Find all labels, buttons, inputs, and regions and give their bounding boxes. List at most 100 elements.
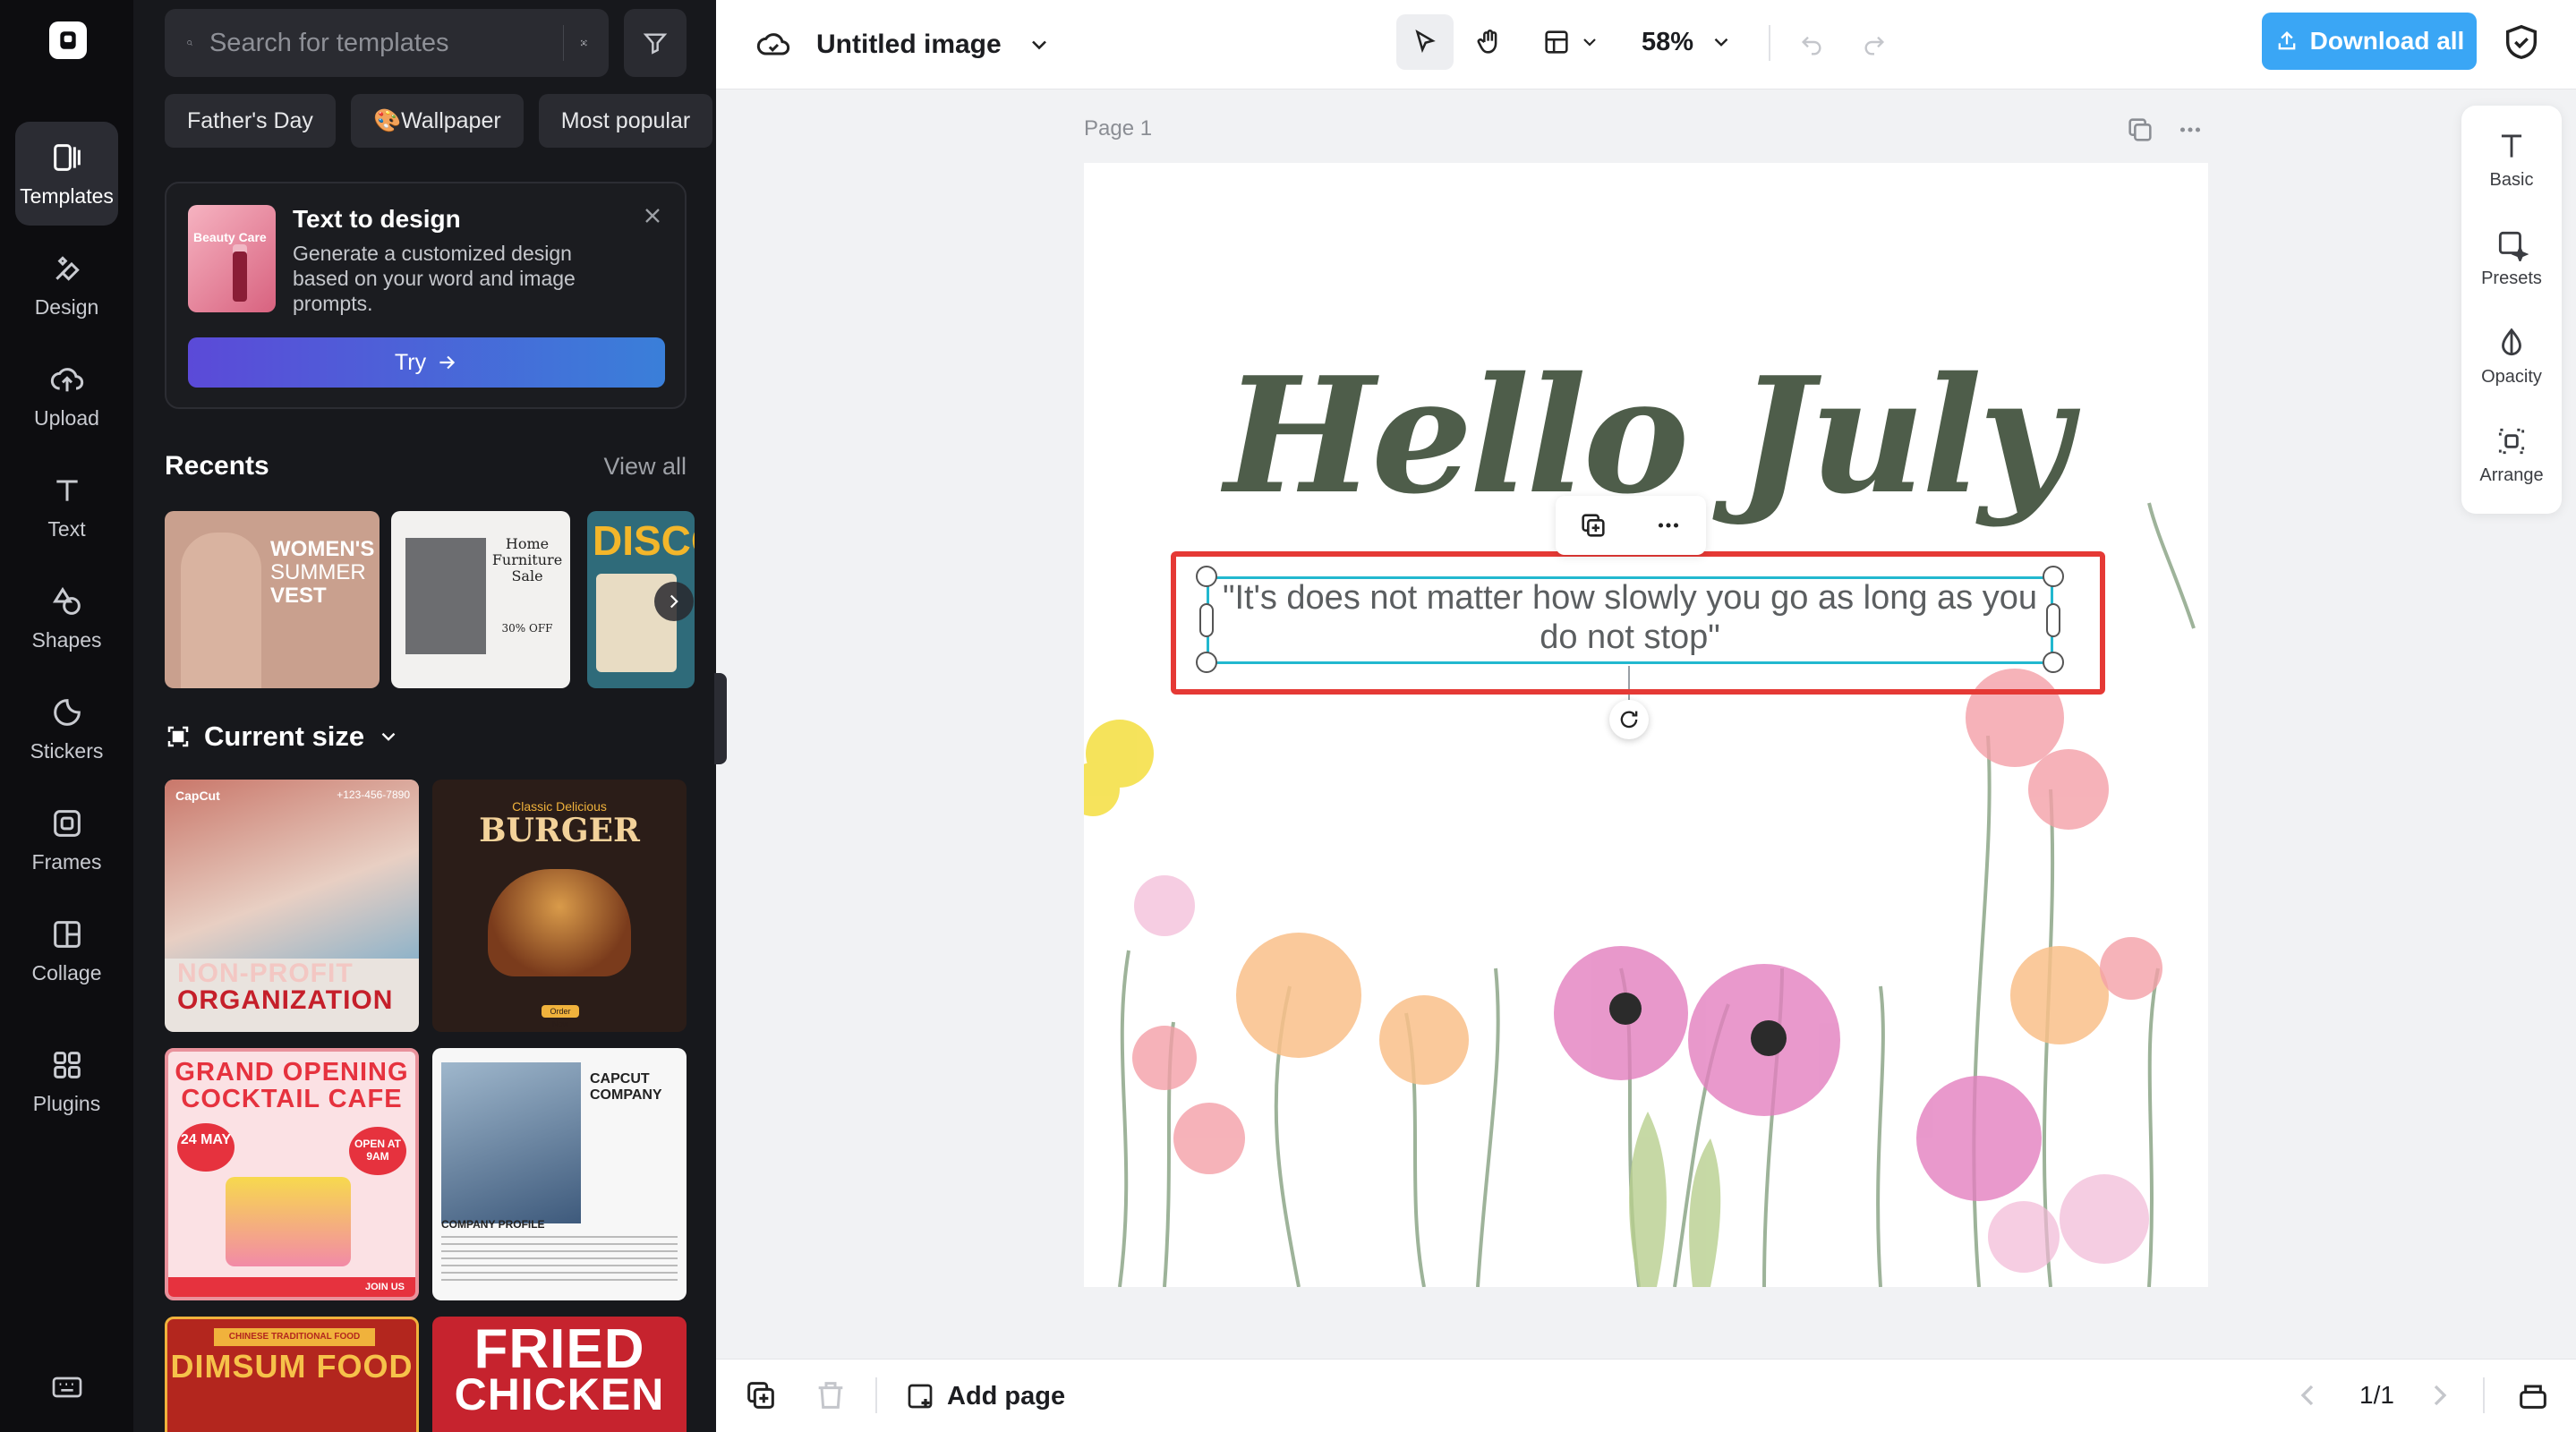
capcut-logo[interactable] xyxy=(49,21,87,59)
text-icon xyxy=(2501,133,2522,158)
more-icon[interactable] xyxy=(1653,510,1684,541)
prop-label: Basic xyxy=(2489,169,2534,190)
cocktail-image xyxy=(226,1177,351,1266)
panel-collapse-handle[interactable] xyxy=(714,673,727,764)
rail-item-upload[interactable]: Upload xyxy=(15,344,118,448)
chip-most-popular[interactable]: Most popular xyxy=(538,94,713,148)
left-nav-rail: Templates Design Upload Text Shapes Stic… xyxy=(0,0,133,1432)
recents-title: Recents xyxy=(165,451,269,481)
recents-next-button[interactable] xyxy=(654,582,694,621)
recent-home-furniture-sale[interactable]: Home Furniture Sale 30% OFF xyxy=(391,511,570,688)
frames-icon xyxy=(53,809,81,837)
recent-2-text: Home Furniture Sale 30% OFF xyxy=(491,535,563,635)
burger-image xyxy=(488,869,631,976)
more-icon[interactable] xyxy=(2175,115,2205,145)
properties-panel: Basic Presets Opacity Arrange xyxy=(2461,106,2562,514)
rail-item-frames[interactable]: Frames xyxy=(15,788,118,891)
chevron-left-icon[interactable] xyxy=(2290,1377,2325,1413)
redo-button[interactable] xyxy=(1849,14,1899,70)
resize-handle-bottom-right[interactable] xyxy=(2043,652,2064,673)
resize-handle-bottom-left[interactable] xyxy=(1196,652,1217,673)
prop-presets[interactable]: Presets xyxy=(2461,213,2562,303)
chevron-right-icon[interactable] xyxy=(2422,1377,2458,1413)
hand-tool[interactable] xyxy=(1461,14,1518,70)
company-title: CAPCUT COMPANY xyxy=(590,1071,662,1103)
document-title[interactable]: Untitled image xyxy=(816,30,1002,60)
stickers-icon xyxy=(53,698,81,726)
keyboard-shortcuts-icon[interactable] xyxy=(49,1369,85,1405)
company-body-lines xyxy=(441,1236,678,1281)
prop-basic[interactable]: Basic xyxy=(2461,115,2562,204)
recent-womens-summer-vest[interactable]: WOMEN'S SUMMER VEST xyxy=(165,511,380,688)
rotate-handle[interactable] xyxy=(1609,700,1649,739)
rail-label: Collage xyxy=(31,960,102,984)
resize-handle-left[interactable] xyxy=(1199,603,1214,637)
rail-item-collage[interactable]: Collage xyxy=(15,899,118,1002)
try-button[interactable]: Try xyxy=(188,337,665,388)
rotate-icon xyxy=(1620,711,1638,729)
bottom-bar: Add page 1/1 xyxy=(716,1359,2576,1432)
layout-tool[interactable] xyxy=(1531,14,1611,70)
rail-item-design[interactable]: Design xyxy=(15,233,118,337)
layout-icon xyxy=(1545,30,1568,54)
hand-icon xyxy=(1477,30,1497,54)
rail-item-stickers[interactable]: Stickers xyxy=(15,677,118,780)
view-all-link[interactable]: View all xyxy=(603,453,687,481)
template-nonprofit[interactable]: CapCut +123-456-7890 NON-PROFIT ORGANIZA… xyxy=(165,780,419,1032)
pages-panel-icon[interactable] xyxy=(2515,1377,2551,1413)
prop-opacity[interactable]: Opacity xyxy=(2461,311,2562,401)
template-fried-chicken[interactable]: FRIED CHICKEN xyxy=(432,1317,687,1432)
prop-label: Presets xyxy=(2481,268,2542,288)
add-page-button[interactable]: Add page xyxy=(904,1374,1065,1419)
template-burger[interactable]: Classic Delicious BURGER Order Now xyxy=(432,780,687,1032)
prop-arrange[interactable]: Arrange xyxy=(2461,410,2562,499)
download-all-button[interactable]: Download all xyxy=(2262,13,2477,70)
current-size-dropdown[interactable]: Current size xyxy=(165,720,400,753)
chevron-down-icon xyxy=(381,732,396,741)
chip-wallpaper[interactable]: 🎨Wallpaper xyxy=(350,94,524,148)
zoom-control[interactable]: 58% xyxy=(1629,14,1745,70)
rail-item-plugins[interactable]: Plugins xyxy=(15,1029,118,1133)
upload-arrow-icon xyxy=(2278,31,2295,50)
recent-1-text: WOMEN'S SUMMER VEST xyxy=(270,537,375,608)
duplicate-icon[interactable] xyxy=(1578,510,1608,541)
trash-icon[interactable] xyxy=(813,1377,849,1413)
presets-icon xyxy=(2498,231,2529,261)
chip-fathers-day[interactable]: Father's Day xyxy=(165,94,336,148)
resize-handle-right[interactable] xyxy=(2046,603,2060,637)
select-tool[interactable] xyxy=(1396,14,1454,70)
furniture-photo xyxy=(405,538,486,654)
duplicate-page-icon[interactable] xyxy=(743,1377,779,1413)
filter-button[interactable] xyxy=(624,9,687,77)
try-label: Try xyxy=(394,349,427,375)
image-search-icon[interactable] xyxy=(580,29,588,57)
add-page-icon xyxy=(908,1384,933,1409)
hands-photo xyxy=(165,780,419,959)
rail-item-templates[interactable]: Templates xyxy=(15,122,118,226)
search-box[interactable] xyxy=(165,9,609,77)
template-company-profile[interactable]: CAPCUT COMPANY COMPANY PROFILE xyxy=(432,1048,687,1300)
current-size-label: Current size xyxy=(204,720,365,752)
rail-item-text[interactable]: Text xyxy=(15,455,118,558)
undo-button[interactable] xyxy=(1787,14,1837,70)
close-icon[interactable] xyxy=(640,203,665,228)
resize-handle-top-left[interactable] xyxy=(1196,566,1217,587)
template-cocktail-cafe[interactable]: GRAND OPENING COCKTAIL CAFE 24 MAY OPEN … xyxy=(165,1048,419,1300)
arrow-right-icon xyxy=(439,355,456,370)
quote-textbox[interactable]: "It's does not matter how slowly you go … xyxy=(1207,578,2053,657)
promo-description: Generate a customized design based on yo… xyxy=(293,242,576,315)
promo-thumbnail: Beauty Care xyxy=(188,205,276,312)
template-dimsum[interactable]: CHINESE TRADITIONAL FOOD DIMSUM FOOD xyxy=(165,1317,419,1432)
element-mini-toolbar xyxy=(1556,496,1706,555)
duplicate-page-icon[interactable] xyxy=(2125,115,2155,145)
rail-item-shapes[interactable]: Shapes xyxy=(15,566,118,669)
cursor-icon xyxy=(1415,29,1436,54)
shield-check-icon[interactable] xyxy=(2501,21,2542,63)
search-input[interactable] xyxy=(209,28,547,58)
bottom-divider xyxy=(2483,1377,2485,1413)
chevron-down-icon[interactable] xyxy=(1027,32,1052,57)
resize-handle-top-right[interactable] xyxy=(2043,566,2064,587)
model-photo xyxy=(181,533,261,688)
cloud-save-icon[interactable] xyxy=(755,27,791,63)
chevron-right-icon xyxy=(670,594,678,609)
